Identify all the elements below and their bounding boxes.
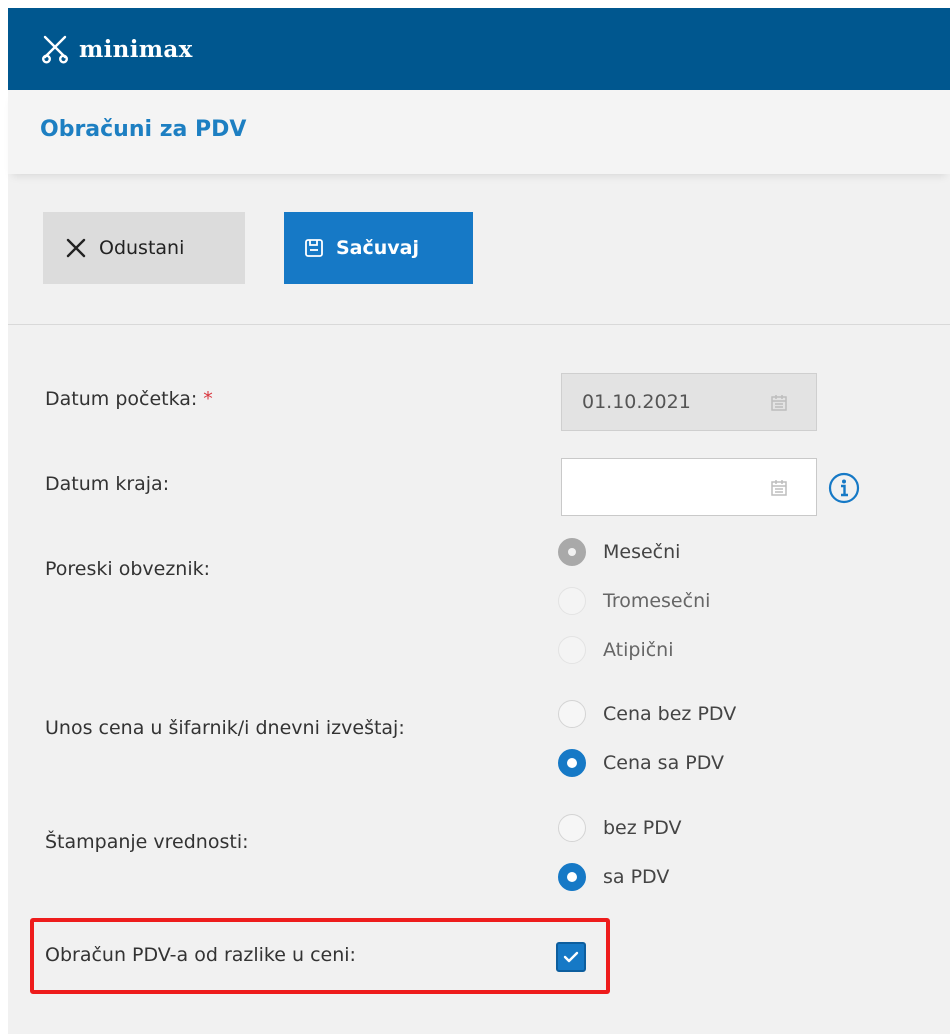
- top-bar: minimax: [8, 8, 950, 90]
- printing-label: Štampanje vrednosti:: [45, 831, 249, 853]
- price-entry-option-without-vat[interactable]: Cena bez PDV: [558, 700, 736, 728]
- printing-option-without-vat[interactable]: bez PDV: [558, 814, 682, 842]
- close-icon: [66, 238, 86, 258]
- radio-selected: [558, 749, 586, 777]
- radio-unselected: [558, 700, 586, 728]
- info-icon[interactable]: [828, 472, 860, 504]
- start-date-label: Datum početka: *: [45, 388, 213, 410]
- calendar-icon: [771, 395, 787, 411]
- radio-selected: [558, 863, 586, 891]
- margin-vat-label: Obračun PDV-a od razlike u ceni:: [45, 944, 356, 966]
- end-date-field[interactable]: [561, 458, 817, 516]
- end-date-label: Datum kraja:: [45, 473, 170, 495]
- cancel-button-label: Odustani: [99, 237, 185, 259]
- toolbar: Odustani Sačuvaj: [8, 174, 950, 325]
- margin-vat-checkbox[interactable]: [556, 942, 586, 972]
- taxpayer-option-atypical[interactable]: Atipični: [558, 636, 674, 664]
- start-date-field[interactable]: 01.10.2021: [561, 373, 817, 431]
- title-bar: Obračuni za PDV: [8, 90, 950, 174]
- app-frame: minimax Obračuni za PDV Odustani Sačuvaj: [8, 8, 950, 1034]
- radio-unselected: [558, 814, 586, 842]
- radio-unselected-disabled: [558, 587, 586, 615]
- taxpayer-label: Poreski obveznik:: [45, 558, 211, 580]
- required-asterisk: *: [203, 388, 213, 410]
- taxpayer-option-monthly[interactable]: Mesečni: [558, 538, 680, 566]
- save-button-label: Sačuvaj: [336, 237, 420, 259]
- price-entry-option-with-vat[interactable]: Cena sa PDV: [558, 749, 724, 777]
- brand-logo[interactable]: minimax: [41, 32, 193, 66]
- calendar-icon: [771, 480, 787, 496]
- save-button[interactable]: Sačuvaj: [284, 212, 473, 284]
- radio-unselected-disabled: [558, 636, 586, 664]
- save-icon: [305, 239, 323, 257]
- radio-selected-disabled: [558, 538, 586, 566]
- printing-option-with-vat[interactable]: sa PDV: [558, 863, 669, 891]
- brand-name: minimax: [79, 35, 193, 63]
- price-entry-label: Unos cena u šifarnik/i dnevni izveštaj:: [45, 717, 405, 739]
- scissors-x-logo-icon: [42, 35, 69, 64]
- checkmark-icon: [563, 951, 579, 963]
- page-title: Obračuni za PDV: [40, 117, 247, 142]
- cancel-button[interactable]: Odustani: [43, 212, 245, 284]
- start-date-value: 01.10.2021: [582, 391, 691, 413]
- taxpayer-option-quarterly[interactable]: Tromesečni: [558, 587, 710, 615]
